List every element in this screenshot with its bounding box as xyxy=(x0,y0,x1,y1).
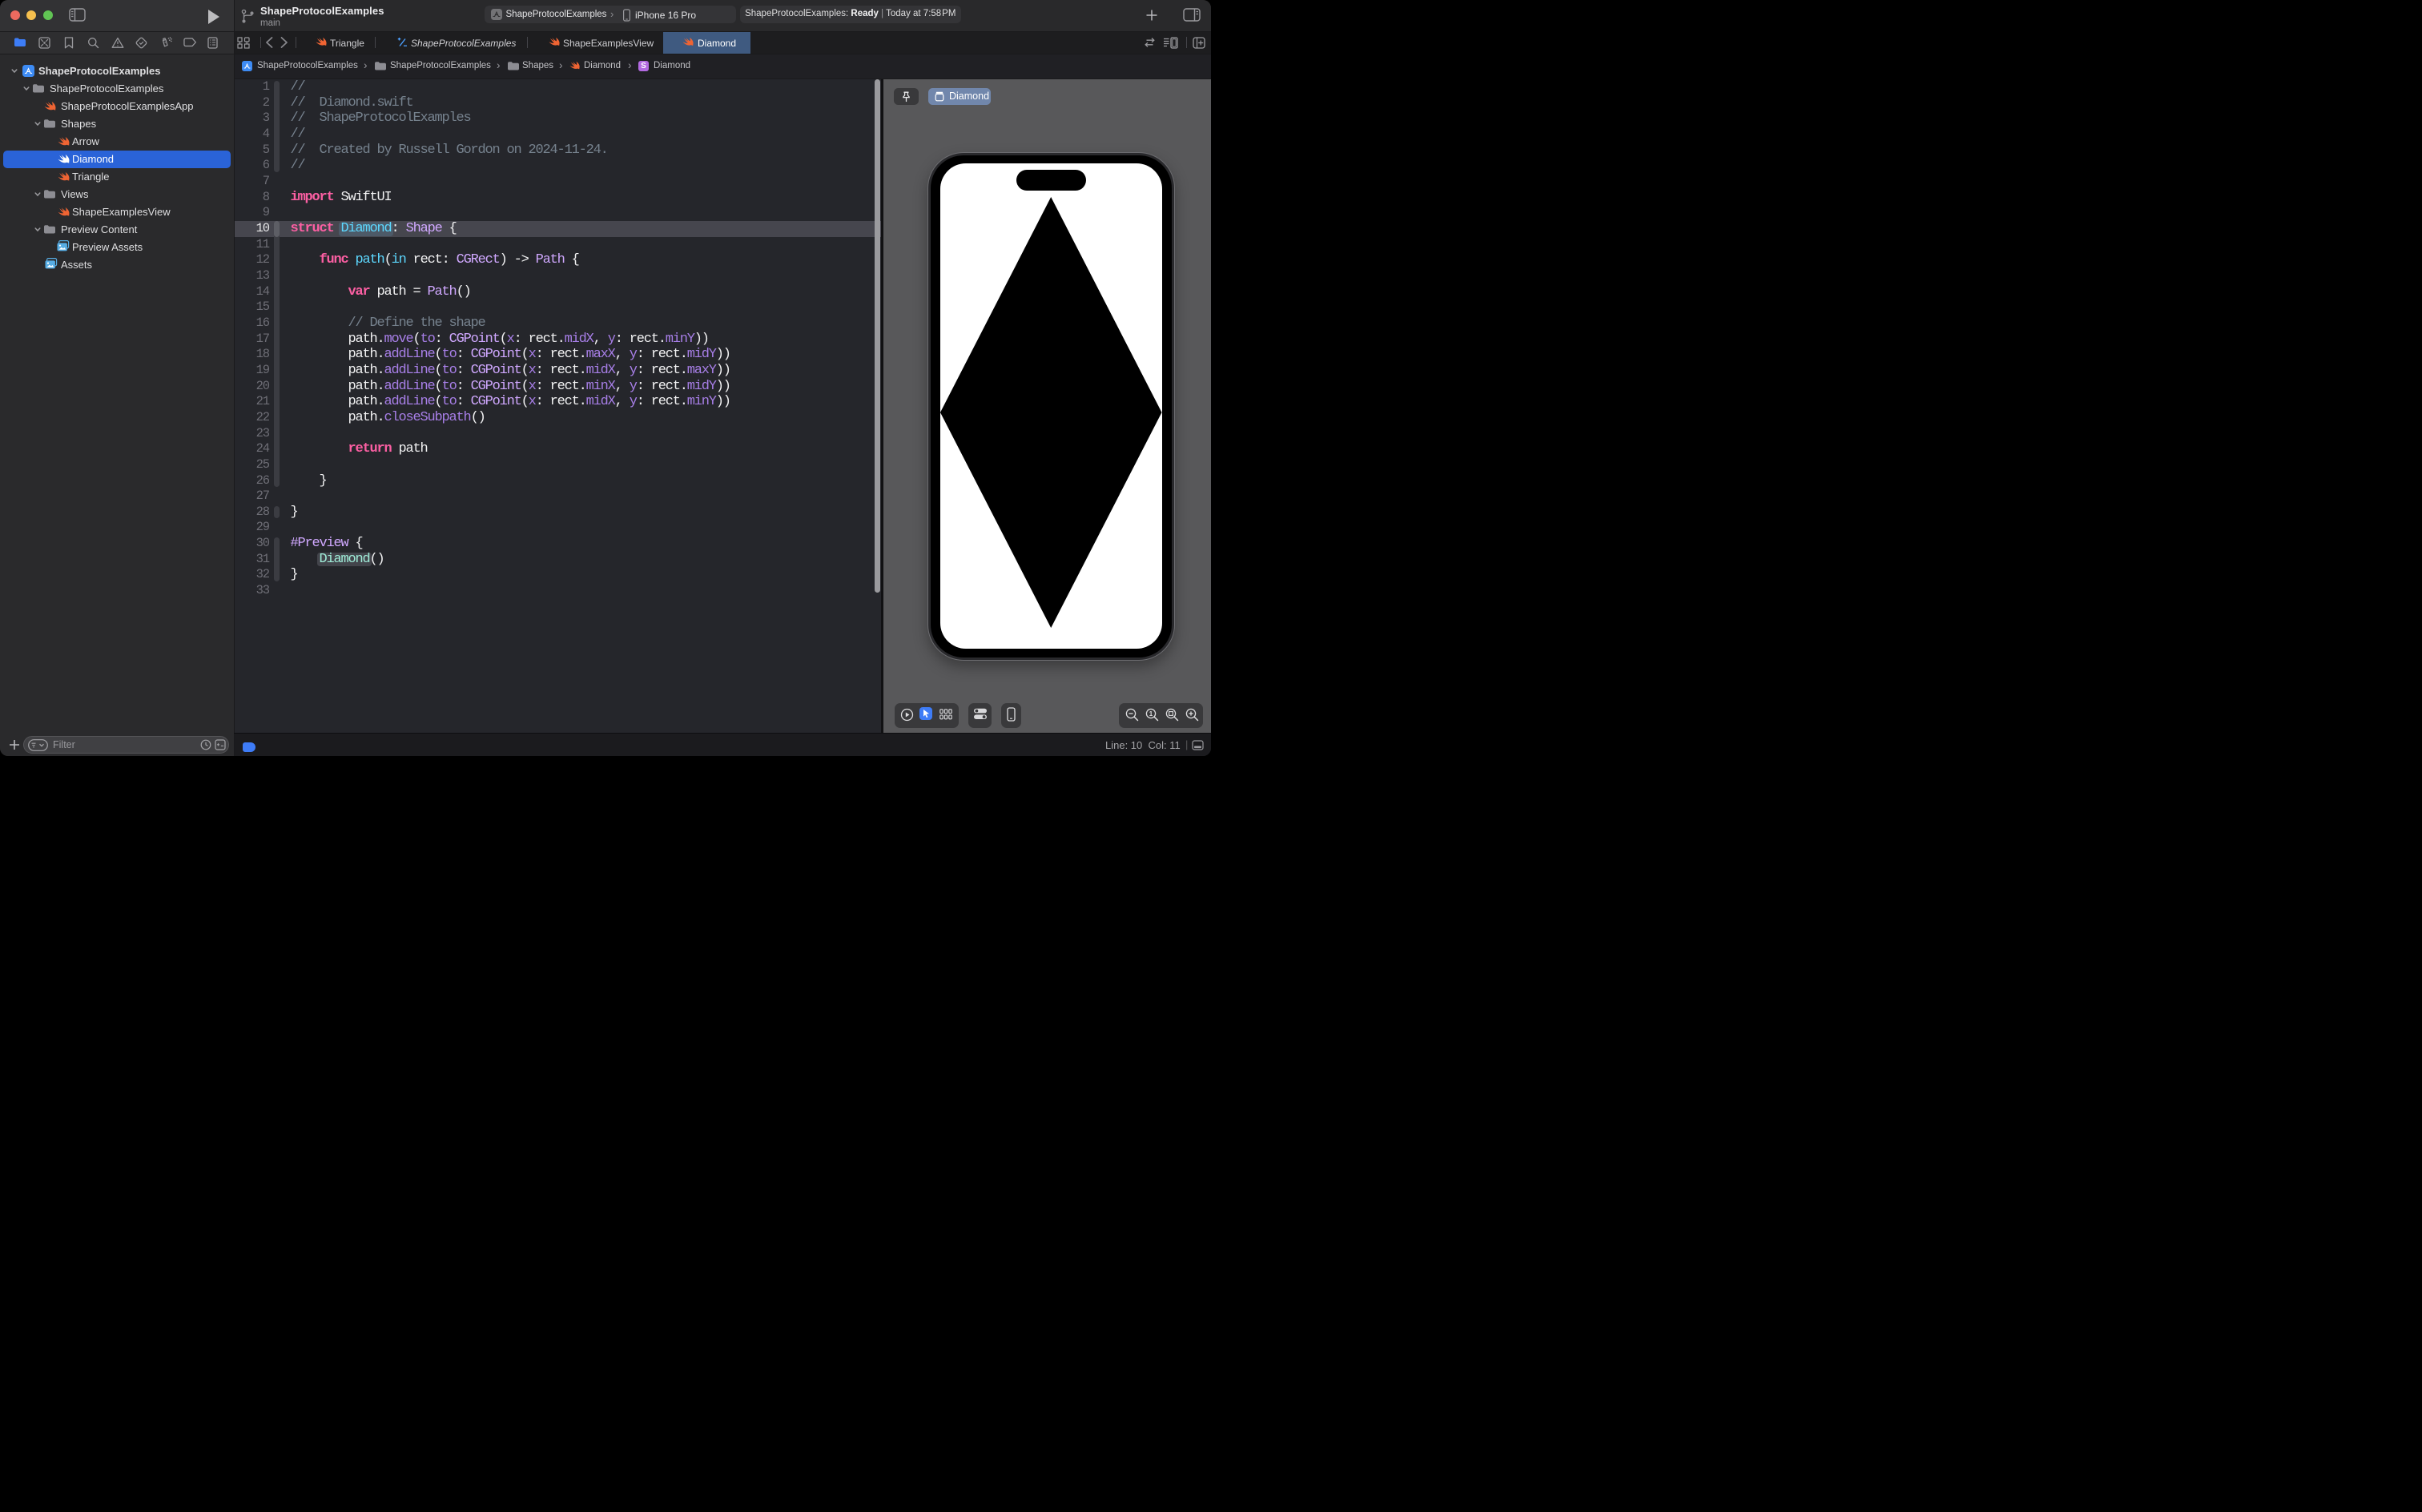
svg-text:1: 1 xyxy=(1149,710,1153,718)
